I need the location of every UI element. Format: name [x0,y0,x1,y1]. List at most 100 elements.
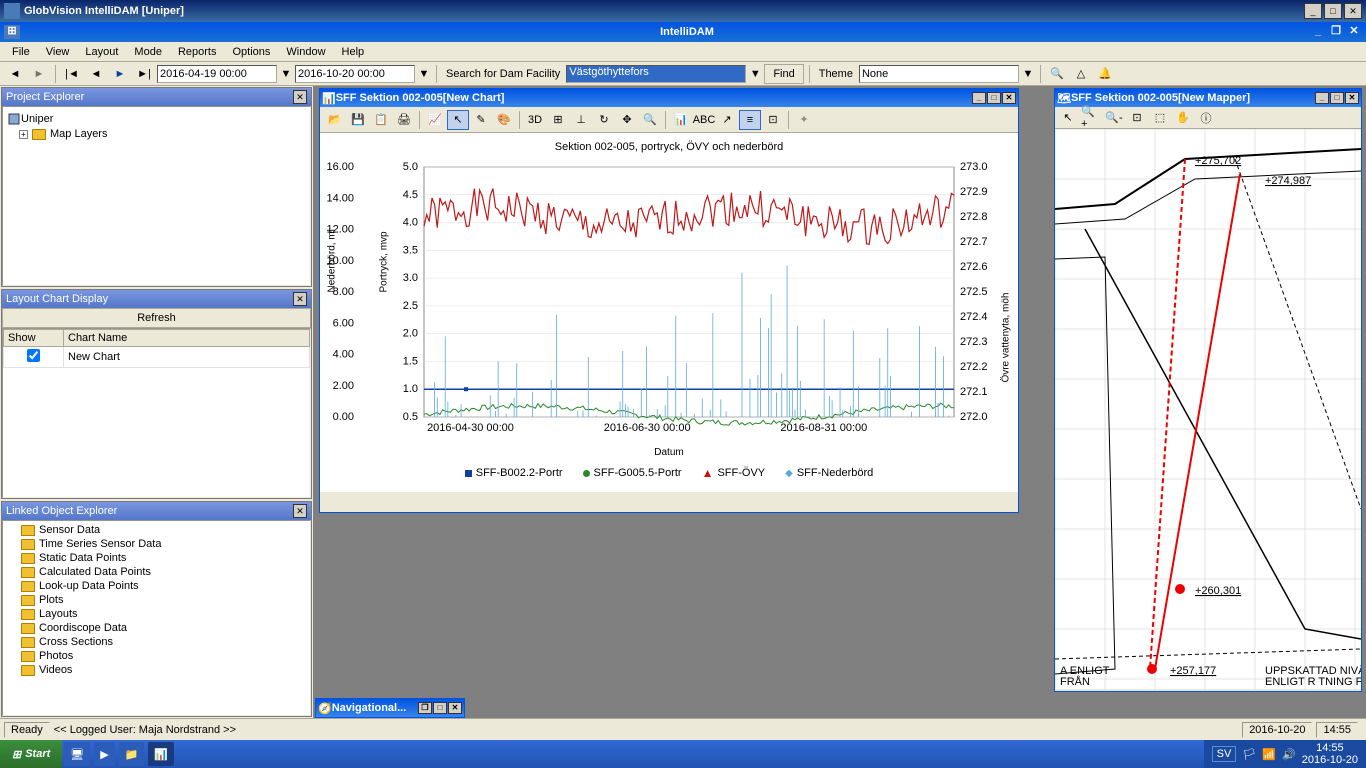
chart-maximize-button[interactable]: □ [987,92,1001,104]
task-item-2[interactable]: ▶ [94,742,114,766]
col-show-header[interactable]: Show [4,330,64,347]
outer-maximize-button[interactable]: □ [1324,3,1342,19]
zoom-icon[interactable]: 🔍 [639,110,661,130]
axis-icon[interactable]: ⊥ [570,110,592,130]
table-row[interactable]: New Chart [4,347,310,368]
theme-select[interactable] [859,65,1019,83]
folder-item[interactable]: Cross Sections [5,635,308,649]
forward-button[interactable]: ► [28,64,50,84]
menu-window[interactable]: Window [278,44,333,60]
mapper-zoomout-icon[interactable]: 🔍- [1103,108,1125,128]
folder-item[interactable]: Layouts [5,607,308,621]
skip-back-button[interactable]: |◄ [61,64,83,84]
nav-window-titlebar[interactable]: 🧭 Navigational... ❐ □ ✕ [316,699,464,717]
tray-flag-icon[interactable]: 🏳 [1242,748,1256,761]
task-item-3[interactable]: 📁 [119,742,145,766]
draw-icon[interactable]: ✎ [470,110,492,130]
legend-item[interactable]: SFF-B002.2-Portr [465,466,563,480]
save-icon[interactable]: 💾 [347,110,369,130]
layout-chart-close-button[interactable]: ✕ [293,292,307,306]
back-button[interactable]: ◄ [4,64,26,84]
chart-type-icon[interactable]: 📈 [424,110,446,130]
date-to-dropdown[interactable]: ▼ [417,64,431,84]
print-icon[interactable]: 🖨 [393,110,415,130]
play-forward-button[interactable]: ► [109,64,131,84]
menu-view[interactable]: View [38,44,78,60]
mapper-minimize-button[interactable]: _ [1315,92,1329,104]
rotate-icon[interactable]: ↻ [593,110,615,130]
move-icon[interactable]: ✥ [616,110,638,130]
facility-select[interactable]: Västgöthyttefors [566,65,746,83]
theme-dropdown[interactable]: ▼ [1021,64,1035,84]
nav-maximize-button[interactable]: □ [433,702,447,714]
nav-close-button[interactable]: ✕ [448,702,462,714]
inner-minimize-button[interactable]: _ [1310,25,1326,39]
date-to-input[interactable] [295,65,415,83]
facility-dropdown[interactable]: ▼ [748,64,762,84]
folder-item[interactable]: Videos [5,663,308,677]
chart-window-titlebar[interactable]: 📊 SFF Sektion 002-005[New Chart] _ □ ✕ [320,89,1018,107]
palette-icon[interactable]: 🎨 [493,110,515,130]
bell-icon[interactable]: 🔔 [1094,64,1116,84]
mapper-pointer-icon[interactable]: ↖ [1057,108,1079,128]
chart-close-button[interactable]: ✕ [1002,92,1016,104]
linked-explorer-list[interactable]: Sensor DataTime Series Sensor DataStatic… [2,520,311,716]
skip-forward-button[interactable]: ►| [133,64,155,84]
task-item-1[interactable]: 🖥 [64,742,90,766]
menu-mode[interactable]: Mode [126,44,170,60]
mapper-zoomwin-icon[interactable]: ⬚ [1149,108,1171,128]
outer-close-button[interactable]: ✕ [1344,3,1362,19]
chart-show-checkbox[interactable] [27,349,40,362]
grid-icon[interactable]: ⊞ [547,110,569,130]
refresh-button[interactable]: Refresh [2,308,311,328]
chart-plot[interactable]: 0.002.004.006.008.0010.0012.0014.0016.00… [324,157,1004,447]
menu-layout[interactable]: Layout [77,44,126,60]
tree-root-item[interactable]: Uniper [7,111,306,127]
menu-file[interactable]: File [4,44,38,60]
mapper-close-button[interactable]: ✕ [1345,92,1359,104]
mapper-zoomin-icon[interactable]: 🔍+ [1080,108,1102,128]
folder-item[interactable]: Calculated Data Points [5,565,308,579]
tree-child-item[interactable]: + Map Layers [7,127,306,141]
list-icon[interactable]: ≡ [739,110,761,130]
folder-item[interactable]: Sensor Data [5,523,308,537]
menu-reports[interactable]: Reports [170,44,225,60]
legend-item[interactable]: SFF-G005.5-Portr [583,466,682,480]
folder-item[interactable]: Static Data Points [5,551,308,565]
start-button[interactable]: ⊞ Start [0,740,62,768]
play-back-button[interactable]: ◄ [85,64,107,84]
project-explorer-close-button[interactable]: ✕ [293,90,307,104]
triangle-icon[interactable]: △ [1070,64,1092,84]
linked-explorer-close-button[interactable]: ✕ [293,504,307,518]
arrow-icon[interactable]: ↗ [716,110,738,130]
tray-lang[interactable]: SV [1212,746,1237,762]
text-icon[interactable]: ABC [693,110,715,130]
folder-item[interactable]: Photos [5,649,308,663]
col-name-header[interactable]: Chart Name [64,330,310,347]
nav-restore-button[interactable]: ❐ [418,702,432,714]
bars-icon[interactable]: 📊 [670,110,692,130]
tray-volume-icon[interactable]: 🔊 [1282,748,1296,761]
folder-item[interactable]: Coordiscope Data [5,621,308,635]
folder-item[interactable]: Plots [5,593,308,607]
tray-network-icon[interactable]: 📶 [1262,748,1276,761]
copy-icon[interactable]: 📋 [370,110,392,130]
inner-restore-button[interactable]: ❐ [1328,25,1344,39]
legend-item[interactable]: ▲SFF-ÖVY [702,466,766,480]
3d-icon[interactable]: 3D [524,110,546,130]
project-explorer-tree[interactable]: Uniper + Map Layers [2,106,311,286]
mapper-maximize-button[interactable]: □ [1330,92,1344,104]
date-from-input[interactable] [157,65,277,83]
open-icon[interactable]: 📂 [324,110,346,130]
mapper-info-icon[interactable]: ⓘ [1195,108,1217,128]
folder-item[interactable]: Time Series Sensor Data [5,537,308,551]
wand-icon[interactable]: ✦ [793,110,815,130]
task-item-intellidam[interactable]: 📊 [148,742,174,766]
menu-help[interactable]: Help [334,44,373,60]
mapper-canvas[interactable]: +275,702+274,987+260,301+257,177A ENLIGT… [1055,129,1361,689]
tree-expand-button[interactable]: + [19,130,28,139]
legend-item[interactable]: ◆SFF-Nederbörd [785,466,873,480]
outer-minimize-button[interactable]: _ [1304,3,1322,19]
find-button[interactable]: Find [764,64,803,84]
chart-minimize-button[interactable]: _ [972,92,986,104]
